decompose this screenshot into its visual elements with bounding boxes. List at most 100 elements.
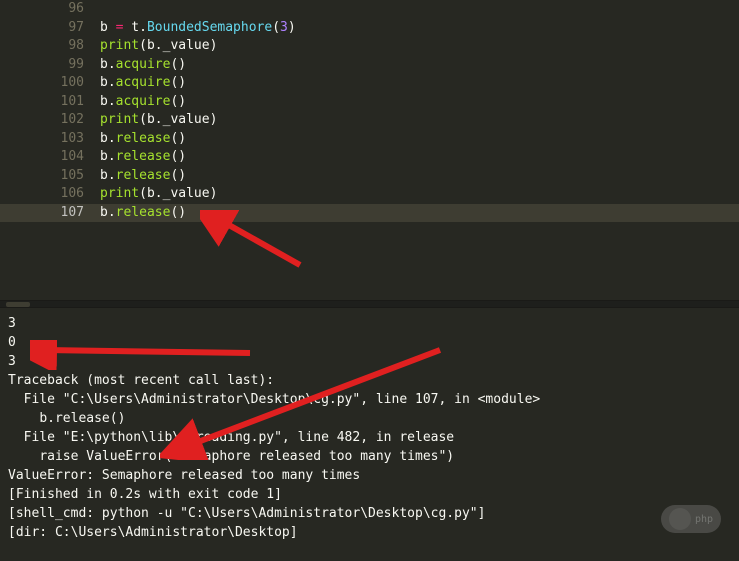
code-content[interactable]: b.acquire() [100,93,739,112]
code-line[interactable]: 96 [0,0,739,19]
token-var: b [100,20,116,35]
token-call: print [100,38,139,53]
code-content[interactable]: b.release() [100,167,739,186]
code-line[interactable]: 101b.acquire() [0,93,739,112]
token-paren: ) [210,38,218,53]
token-call: release [116,168,171,183]
code-line[interactable]: 104b.release() [0,148,739,167]
token-paren: ( [139,112,147,127]
token-paren: ) [210,112,218,127]
code-content[interactable]: print(b._value) [100,111,739,130]
token-dot: . [108,168,116,183]
line-number: 96 [0,0,100,19]
token-var: b [100,57,108,72]
token-paren: () [170,149,186,164]
line-number: 103 [0,130,100,149]
output-line: raise ValueError("Semaphore released too… [8,447,731,466]
code-content[interactable]: b = t.BoundedSemaphore(3) [100,19,739,38]
token-paren: () [170,75,186,90]
token-dot: . [155,186,163,201]
token-var: _value [163,112,210,127]
token-paren: ( [139,186,147,201]
token-paren: () [170,131,186,146]
line-number: 102 [0,111,100,130]
token-var: b [100,205,108,220]
code-line[interactable]: 98print(b._value) [0,37,739,56]
divider-handle[interactable] [6,302,30,307]
line-number: 100 [0,74,100,93]
output-line: 0 [8,333,731,352]
token-call: release [116,149,171,164]
code-editor-pane[interactable]: 9697b = t.BoundedSemaphore(3)98print(b._… [0,0,739,300]
output-line: [shell_cmd: python -u "C:\Users\Administ… [8,504,731,523]
code-line[interactable]: 106print(b._value) [0,185,739,204]
output-line: b.release() [8,409,731,428]
token-paren: () [170,168,186,183]
code-content[interactable]: b.release() [100,204,739,223]
code-line[interactable]: 99b.acquire() [0,56,739,75]
line-number: 104 [0,148,100,167]
token-var: _value [163,186,210,201]
output-line: File "E:\python\lib\threading.py", line … [8,428,731,447]
token-num: 3 [280,20,288,35]
code-line[interactable]: 107b.release() [0,204,739,223]
token-var: b [100,149,108,164]
output-line: [Finished in 0.2s with exit code 1] [8,485,731,504]
token-func: BoundedSemaphore [147,20,272,35]
line-number: 107 [0,204,100,223]
token-var: b [100,75,108,90]
code-line[interactable]: 105b.release() [0,167,739,186]
token-paren: ) [210,186,218,201]
line-number: 98 [0,37,100,56]
token-dot: . [108,205,116,220]
code-line[interactable]: 102print(b._value) [0,111,739,130]
token-dot: . [108,94,116,109]
token-var: b [147,186,155,201]
token-dot: . [108,57,116,72]
token-dot: . [155,38,163,53]
code-content[interactable] [100,0,739,19]
output-line: [dir: C:\Users\Administrator\Desktop] [8,523,731,542]
code-content[interactable]: print(b._value) [100,185,739,204]
code-line[interactable]: 100b.acquire() [0,74,739,93]
token-var: t [123,20,139,35]
token-paren: ( [272,20,280,35]
token-call: acquire [116,75,171,90]
pane-divider[interactable] [0,300,739,308]
token-dot: . [108,75,116,90]
build-output-pane[interactable]: 303Traceback (most recent call last): Fi… [0,308,739,561]
token-call: print [100,186,139,201]
code-content[interactable]: b.release() [100,130,739,149]
token-var: b [147,38,155,53]
output-line: 3 [8,314,731,333]
token-dot: . [108,131,116,146]
token-dot: . [139,20,147,35]
token-var: b [100,131,108,146]
token-call: acquire [116,94,171,109]
code-line[interactable]: 103b.release() [0,130,739,149]
code-content[interactable]: b.acquire() [100,56,739,75]
code-content[interactable]: b.acquire() [100,74,739,93]
token-call: release [116,131,171,146]
token-paren: ( [139,38,147,53]
code-content[interactable]: print(b._value) [100,37,739,56]
token-dot: . [108,149,116,164]
token-var: b [147,112,155,127]
token-call: release [116,205,171,220]
token-var: _value [163,38,210,53]
token-var: b [100,168,108,183]
token-paren: ) [288,20,296,35]
code-line[interactable]: 97b = t.BoundedSemaphore(3) [0,19,739,38]
token-paren: () [170,94,186,109]
output-line: Traceback (most recent call last): [8,371,731,390]
line-number: 99 [0,56,100,75]
code-content[interactable]: b.release() [100,148,739,167]
watermark-text: php [695,514,713,525]
token-var: b [100,94,108,109]
line-number: 105 [0,167,100,186]
line-number: 106 [0,185,100,204]
line-number: 101 [0,93,100,112]
watermark-badge: php [661,505,721,533]
token-paren: () [170,57,186,72]
output-line: ValueError: Semaphore released too many … [8,466,731,485]
